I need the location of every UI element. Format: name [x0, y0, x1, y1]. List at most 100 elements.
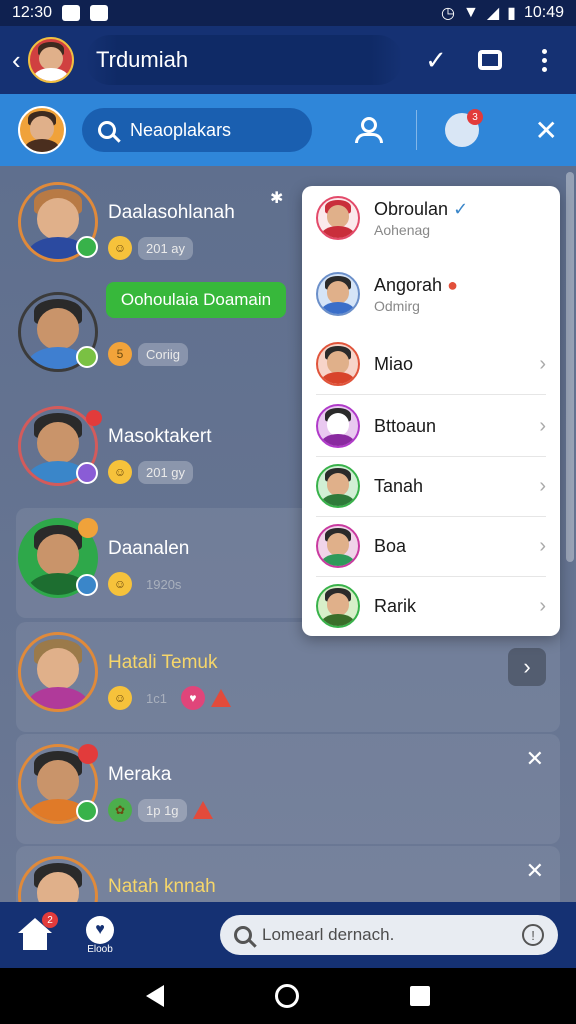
smile-emoji-icon: ☺	[108, 686, 132, 710]
app-title: Trdumiah	[86, 35, 402, 85]
bottom-search-placeholder: Lomearl dernach.	[262, 925, 395, 944]
back-icon[interactable]: ‹	[12, 45, 26, 76]
chat-time: 1920s	[146, 576, 182, 592]
chat-time: 1c1	[146, 690, 167, 706]
status-icon	[76, 236, 98, 258]
divider	[316, 456, 546, 457]
divider	[316, 394, 546, 395]
avatar	[316, 464, 360, 508]
chat-row[interactable]: Meraka ✿ 1p 1g ✕	[16, 734, 560, 844]
dropdown-item[interactable]: Miao ›	[316, 342, 546, 386]
close-icon[interactable]: ✕	[526, 858, 544, 884]
dropdown-item[interactable]: Rarik ›	[316, 584, 546, 628]
notification-icon	[62, 5, 81, 21]
chat-row[interactable]: Hatali Temuk ☺ 1c1 ♥ ›	[16, 622, 560, 732]
chat-name: Masoktakert	[108, 426, 212, 447]
divider	[416, 110, 417, 150]
bottom-search-field[interactable]: Lomearl dernach. !	[220, 915, 558, 955]
shield-check-icon[interactable]: ✓	[416, 40, 456, 80]
chat-row[interactable]: Natah knnah ✕	[16, 846, 560, 902]
chat-meta: ☺ 201 gy	[108, 460, 194, 484]
close-icon[interactable]: ✕	[535, 114, 558, 147]
battery-icon: ▮	[507, 5, 516, 22]
status-bar: 12:30 ◷ ▼ ◢ ▮ 10:49	[0, 0, 576, 26]
chat-meta: ☺ 1c1 ♥	[108, 686, 231, 710]
profile-icon[interactable]	[352, 113, 386, 147]
divider	[316, 516, 546, 517]
emoji-icon: 5	[108, 342, 132, 366]
bottom-nav: 2 ♥ Eloob Lomearl dernach. !	[0, 902, 576, 968]
dropdown-item-name: Bttoaun	[374, 415, 437, 436]
smile-emoji-icon: ☺	[108, 572, 132, 596]
chat-time: 1p 1g	[138, 798, 187, 822]
avatar	[316, 342, 360, 386]
avatar	[18, 856, 98, 902]
dropdown-item[interactable]: Bttoaun ›	[316, 404, 546, 448]
avatar[interactable]	[18, 106, 66, 154]
heart-icon: ♥	[86, 915, 114, 944]
chevron-right-icon: ›	[539, 534, 546, 557]
notifications-icon[interactable]: 3	[445, 109, 483, 147]
alarm-icon: ◷	[441, 5, 455, 22]
chevron-right-icon: ›	[539, 414, 546, 437]
dropdown-item[interactable]: Tanah ›	[316, 464, 546, 508]
recents-nav-icon[interactable]	[410, 986, 431, 1006]
chat-time: 201 gy	[138, 460, 194, 484]
smile-emoji-icon: ☺	[108, 236, 132, 260]
avatar[interactable]	[28, 37, 74, 83]
dropdown-item-sub: Aohenag	[374, 221, 431, 238]
status-clock: 10:49	[523, 4, 564, 21]
wifi-icon: ▼	[462, 4, 479, 21]
more-vertical-icon[interactable]	[524, 40, 564, 80]
dropdown-item[interactable]: Angorah ● Odmirg	[316, 272, 546, 316]
chat-status: Coriig	[138, 342, 188, 366]
chat-name: Daanalen	[108, 538, 190, 559]
dropdown-item-name: Tanah	[374, 475, 424, 496]
home-icon[interactable]: 2	[18, 912, 58, 952]
chevron-right-icon[interactable]: ›	[508, 648, 546, 686]
warning-icon	[210, 689, 231, 707]
dropdown-item-name: Obroulan ✓	[374, 198, 469, 219]
status-dot-icon: ●	[447, 274, 458, 295]
dropdown-item[interactable]: Obroulan ✓ Aohenag	[316, 196, 546, 240]
chat-meta: 5 Coriig	[108, 342, 188, 366]
dropdown-item-sub: Odmirg	[374, 297, 420, 314]
chat-name: Natah knnah	[108, 876, 216, 897]
system-nav	[0, 968, 576, 1024]
search-field[interactable]: Neaoplakars	[82, 108, 312, 152]
home-nav-icon[interactable]	[274, 984, 299, 1008]
chat-badge[interactable]: Oohoulaia Doamain	[106, 282, 286, 318]
app-bar: ‹ Trdumiah ✓	[0, 26, 576, 94]
scrollbar[interactable]	[566, 172, 574, 562]
search-icon	[234, 926, 252, 944]
favorites-tab[interactable]: ♥ Eloob	[86, 915, 114, 955]
avatar	[316, 404, 360, 448]
dropdown-item-name: Miao	[374, 353, 414, 374]
search-bar: Neaoplakars 3 ✕	[0, 94, 576, 166]
info-icon[interactable]: !	[522, 924, 544, 946]
status-icon	[76, 346, 98, 368]
avatar	[316, 196, 360, 240]
close-icon[interactable]: ✕	[526, 746, 544, 772]
dropdown-item-name: Rarik	[374, 595, 417, 616]
avatar	[316, 524, 360, 568]
notification-icon	[90, 5, 109, 21]
unread-badge	[86, 410, 102, 426]
notification-badge: 3	[467, 109, 483, 125]
chat-meta: ☺ 201 ay	[108, 236, 194, 260]
warning-icon	[192, 801, 213, 819]
chat-meta: ✿ 1p 1g	[108, 798, 213, 822]
sparkle-icon: ✱	[270, 190, 284, 207]
window-icon[interactable]	[470, 40, 510, 80]
avatar	[316, 272, 360, 316]
verified-icon: ✓	[453, 198, 469, 219]
chevron-right-icon: ›	[539, 474, 546, 497]
back-nav-icon[interactable]	[145, 985, 164, 1007]
unread-badge	[78, 518, 98, 538]
status-icon	[76, 462, 98, 484]
unread-badge	[78, 744, 98, 764]
smile-emoji-icon: ☺	[108, 460, 132, 484]
dropdown-item[interactable]: Boa ›	[316, 524, 546, 568]
chat-meta: ☺ 1920s	[108, 572, 189, 596]
search-text: Neaoplakars	[130, 119, 232, 140]
